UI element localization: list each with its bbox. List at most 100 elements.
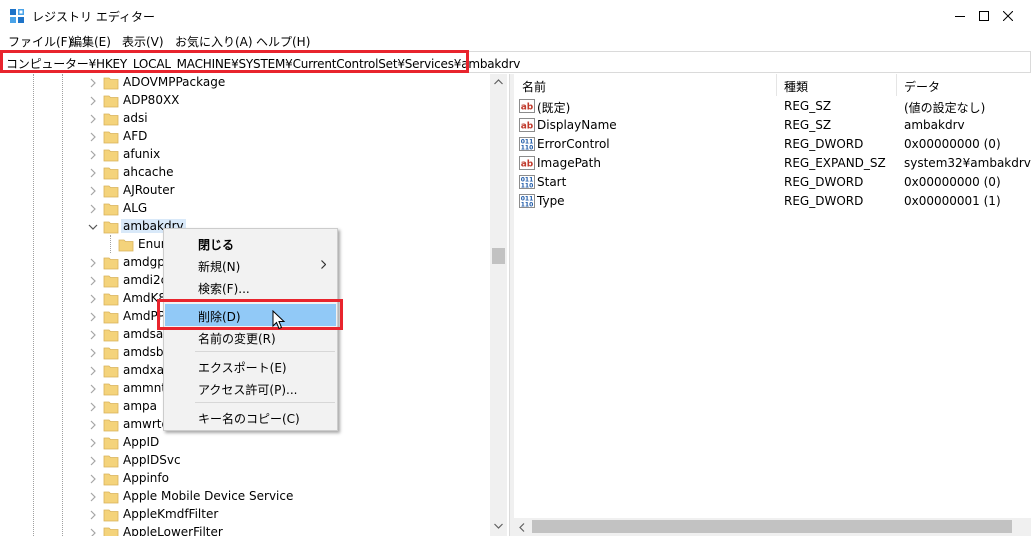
chevron-right-icon[interactable] bbox=[88, 474, 98, 484]
menu-item-export[interactable]: エクスポート(E) bbox=[165, 355, 336, 377]
scroll-left-icon[interactable] bbox=[519, 523, 525, 532]
menu-item-find[interactable]: 検索(F)... bbox=[165, 276, 336, 298]
tree-item[interactable]: ahcache bbox=[0, 164, 490, 182]
tree-item[interactable]: Apple Mobile Device Service bbox=[0, 488, 490, 506]
tree-item[interactable]: adsi bbox=[0, 110, 490, 128]
chevron-right-icon[interactable] bbox=[88, 96, 98, 106]
value-row[interactable]: ab DisplayName REG_SZ ambakdrv bbox=[514, 116, 1031, 135]
chevron-right-icon[interactable] bbox=[88, 168, 98, 178]
tree-item[interactable]: ADP80XX bbox=[0, 92, 490, 110]
tree-scroll-thumb[interactable] bbox=[492, 248, 505, 264]
folder-icon bbox=[103, 185, 119, 198]
svg-text:110: 110 bbox=[521, 202, 534, 209]
folder-icon bbox=[103, 347, 119, 360]
tree-item[interactable]: afunix bbox=[0, 146, 490, 164]
chevron-right-icon[interactable] bbox=[88, 150, 98, 160]
svg-text:ab: ab bbox=[521, 122, 534, 132]
folder-icon bbox=[103, 491, 119, 504]
value-row[interactable]: 011 110 ErrorControl REG_DWORD 0x00000000 (0… bbox=[514, 135, 1031, 154]
chevron-right-icon[interactable] bbox=[88, 204, 98, 214]
chevron-right-icon[interactable] bbox=[88, 276, 98, 286]
close-button[interactable] bbox=[985, 0, 1031, 31]
menu-edit[interactable]: 編集(E) bbox=[70, 33, 111, 50]
scroll-up-icon[interactable] bbox=[494, 79, 503, 85]
window-title: レジストリ エディター bbox=[32, 10, 155, 24]
column-separator[interactable] bbox=[776, 74, 777, 96]
tree-item[interactable]: AJRouter bbox=[0, 182, 490, 200]
scroll-down-icon[interactable] bbox=[494, 523, 503, 529]
menu-item-new[interactable]: 新規(N) bbox=[165, 254, 336, 276]
menu-help[interactable]: ヘルプ(H) bbox=[256, 33, 310, 50]
tree-item[interactable]: AppID bbox=[0, 434, 490, 452]
menu-view[interactable]: 表示(V) bbox=[122, 33, 164, 50]
string-value-icon: ab bbox=[519, 156, 535, 170]
chevron-right-icon[interactable] bbox=[88, 330, 98, 340]
value-type: REG_SZ bbox=[784, 118, 832, 132]
chevron-right-icon[interactable] bbox=[88, 312, 98, 322]
chevron-right-icon[interactable] bbox=[88, 132, 98, 142]
chevron-right-icon[interactable] bbox=[88, 402, 98, 412]
folder-icon bbox=[103, 527, 119, 536]
menu-separator bbox=[195, 351, 335, 352]
chevron-right-icon[interactable] bbox=[88, 510, 98, 520]
folder-icon bbox=[103, 311, 119, 324]
folder-icon bbox=[103, 329, 119, 342]
chevron-right-icon[interactable] bbox=[88, 438, 98, 448]
tree-item-label: AppleKmdfFilter bbox=[123, 507, 219, 521]
tree-vertical-scrollbar[interactable] bbox=[490, 74, 507, 536]
tree-item[interactable]: Appinfo bbox=[0, 470, 490, 488]
dword-value-icon: 011110 bbox=[519, 175, 535, 190]
svg-text:ab: ab bbox=[521, 103, 534, 113]
column-header-name[interactable]: 名前 bbox=[522, 78, 546, 95]
column-header-type[interactable]: 種類 bbox=[784, 78, 808, 95]
value-row[interactable]: 011 110 Start REG_DWORD 0x00000000 (0) bbox=[514, 173, 1031, 192]
chevron-right-icon[interactable] bbox=[88, 492, 98, 502]
tree-item[interactable]: ALG bbox=[0, 200, 490, 218]
list-scroll-thumb[interactable] bbox=[532, 520, 1012, 533]
menu-item-copy-key-name[interactable]: キー名のコピー(C) bbox=[165, 406, 336, 428]
chevron-right-icon[interactable] bbox=[88, 294, 98, 304]
chevron-right-icon[interactable] bbox=[88, 420, 98, 430]
chevron-down-icon[interactable] bbox=[88, 222, 98, 232]
menu-item-collapse[interactable]: 閉じる bbox=[165, 232, 336, 254]
value-data: 0x00000000 (0) bbox=[904, 137, 1001, 151]
values-list-pane[interactable]: 名前 種類 データ ab (既定) REG_SZ (値の設定なし) ab DisplayN… bbox=[514, 74, 1031, 536]
value-name: Start bbox=[537, 175, 567, 189]
column-separator[interactable] bbox=[896, 74, 897, 96]
folder-icon bbox=[103, 167, 119, 180]
value-row[interactable]: 011 110 Type REG_DWORD 0x00000001 (1) bbox=[514, 192, 1031, 211]
value-data: ambakdrv bbox=[904, 118, 965, 132]
chevron-right-icon[interactable] bbox=[88, 114, 98, 124]
list-horizontal-scrollbar[interactable] bbox=[514, 518, 1031, 536]
tree-item[interactable]: AppleKmdfFilter bbox=[0, 506, 490, 524]
tree-item[interactable]: ADOVMPPackage bbox=[0, 74, 490, 92]
svg-text:110: 110 bbox=[521, 183, 534, 190]
chevron-right-icon[interactable] bbox=[88, 456, 98, 466]
value-data: 0x00000001 (1) bbox=[904, 194, 1001, 208]
value-name: ErrorControl bbox=[537, 137, 610, 151]
value-row[interactable]: ab ImagePath REG_EXPAND_SZ system32¥ambakdr… bbox=[514, 154, 1031, 173]
tree-item-label: AppleLowerFilter bbox=[123, 525, 223, 536]
value-row[interactable]: ab (既定) REG_SZ (値の設定なし) bbox=[514, 97, 1031, 116]
menu-file[interactable]: ファイル(F) bbox=[8, 33, 72, 50]
tree-item-label: adsi bbox=[123, 111, 148, 125]
registry-editor-app-icon bbox=[10, 9, 24, 23]
menu-favorites[interactable]: お気に入り(A) bbox=[175, 33, 253, 50]
chevron-right-icon[interactable] bbox=[88, 348, 98, 358]
folder-icon bbox=[103, 131, 119, 144]
menu-item-permissions[interactable]: アクセス許可(P)... bbox=[165, 377, 336, 399]
title-bar: レジストリ エディター bbox=[0, 0, 1031, 31]
folder-icon bbox=[103, 401, 119, 414]
tree-item[interactable]: AFD bbox=[0, 128, 490, 146]
chevron-right-icon[interactable] bbox=[88, 258, 98, 268]
chevron-right-icon[interactable] bbox=[88, 366, 98, 376]
column-header-data[interactable]: データ bbox=[904, 78, 940, 95]
value-data: system32¥ambakdrv.sys bbox=[904, 156, 1031, 170]
chevron-right-icon[interactable] bbox=[88, 186, 98, 196]
tree-item[interactable]: AppleLowerFilter bbox=[0, 524, 490, 536]
string-value-icon: ab bbox=[519, 118, 535, 132]
tree-item[interactable]: AppIDSvc bbox=[0, 452, 490, 470]
chevron-right-icon[interactable] bbox=[88, 528, 98, 536]
chevron-right-icon[interactable] bbox=[88, 78, 98, 88]
chevron-right-icon[interactable] bbox=[88, 384, 98, 394]
